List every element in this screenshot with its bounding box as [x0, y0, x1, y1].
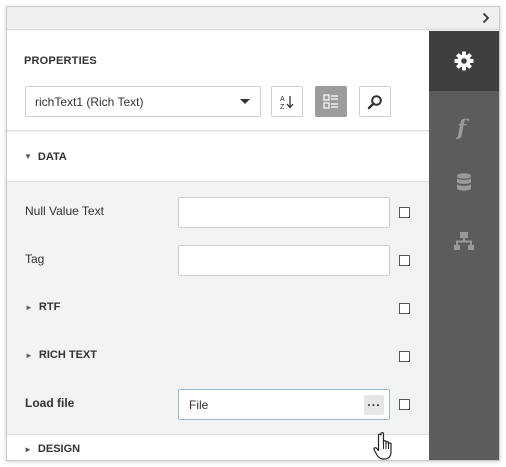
browse-file-button[interactable]: ···	[364, 395, 384, 415]
property-checkbox[interactable]	[399, 255, 410, 266]
expanded-triangle-icon: ▼	[24, 152, 32, 161]
field-load-file: Load file File ···	[7, 380, 429, 429]
sort-alphabetical-button[interactable]: A Z	[271, 86, 303, 117]
load-file-input[interactable]: File ···	[178, 389, 390, 420]
field-label: Load file	[25, 396, 75, 410]
sort-alphabetical-icon: A Z	[280, 95, 294, 111]
field-tag: Tag	[7, 236, 429, 285]
subgroup-rich-text[interactable]: ► RICH TEXT	[7, 332, 429, 381]
group-data-label: DATA	[37, 150, 67, 163]
object-selector-value: richText1 (Rich Text)	[35, 94, 144, 109]
subgroup-rich-text-label: RICH TEXT	[38, 349, 97, 361]
null-value-text-input[interactable]	[178, 197, 390, 228]
expressions-tab-button[interactable]: f	[429, 97, 499, 157]
categorized-view-button[interactable]	[315, 86, 347, 117]
properties-window: PROPERTIES richText1 (Rich Text) A Z ▼ D…	[6, 6, 500, 461]
svg-text:f: f	[455, 115, 470, 139]
database-icon	[457, 173, 471, 191]
collapsed-triangle-icon: ►	[25, 303, 33, 312]
load-file-value: File	[189, 397, 209, 412]
field-null-value-text: Null Value Text	[7, 188, 429, 237]
svg-text:A: A	[280, 96, 285, 103]
property-checkbox[interactable]	[399, 303, 410, 314]
group-data-header[interactable]: ▼ DATA	[7, 132, 429, 181]
hierarchy-icon	[454, 232, 474, 250]
properties-panel: PROPERTIES richText1 (Rich Text) A Z ▼ D…	[7, 31, 429, 460]
categorized-view-icon	[323, 93, 338, 109]
subgroup-rtf[interactable]: ► RTF	[7, 284, 429, 333]
search-icon	[367, 94, 382, 109]
field-label: Tag	[25, 252, 45, 266]
collapsed-triangle-icon: ►	[24, 444, 32, 454]
chevron-down-icon	[240, 99, 250, 104]
subgroup-rtf-label: RTF	[38, 301, 61, 313]
panel-title: PROPERTIES	[24, 55, 97, 67]
chevron-right-icon	[482, 12, 490, 24]
search-button[interactable]	[359, 86, 391, 117]
properties-header: PROPERTIES richText1 (Rich Text) A Z	[7, 31, 429, 131]
object-selector[interactable]: richText1 (Rich Text)	[25, 86, 261, 117]
gear-icon	[454, 51, 474, 71]
divider	[7, 181, 429, 182]
collapse-panel-button[interactable]	[479, 10, 493, 26]
title-bar	[7, 7, 499, 30]
side-tab-bar: f	[429, 31, 499, 460]
report-explorer-tab-button[interactable]	[429, 211, 499, 271]
property-checkbox[interactable]	[399, 207, 410, 218]
properties-tab-button[interactable]	[429, 31, 499, 91]
hand-cursor-icon	[373, 432, 392, 460]
group-design-header[interactable]: ► DESIGN	[7, 435, 429, 460]
group-design-label: DESIGN	[37, 443, 81, 455]
field-label: Null Value Text	[25, 204, 104, 218]
data-source-tab-button[interactable]	[429, 153, 499, 213]
function-icon: f	[455, 115, 470, 139]
collapsed-triangle-icon: ►	[25, 351, 33, 360]
property-checkbox[interactable]	[399, 351, 410, 362]
property-checkbox[interactable]	[399, 399, 410, 410]
svg-text:Z: Z	[280, 104, 285, 111]
tag-input[interactable]	[178, 245, 390, 276]
